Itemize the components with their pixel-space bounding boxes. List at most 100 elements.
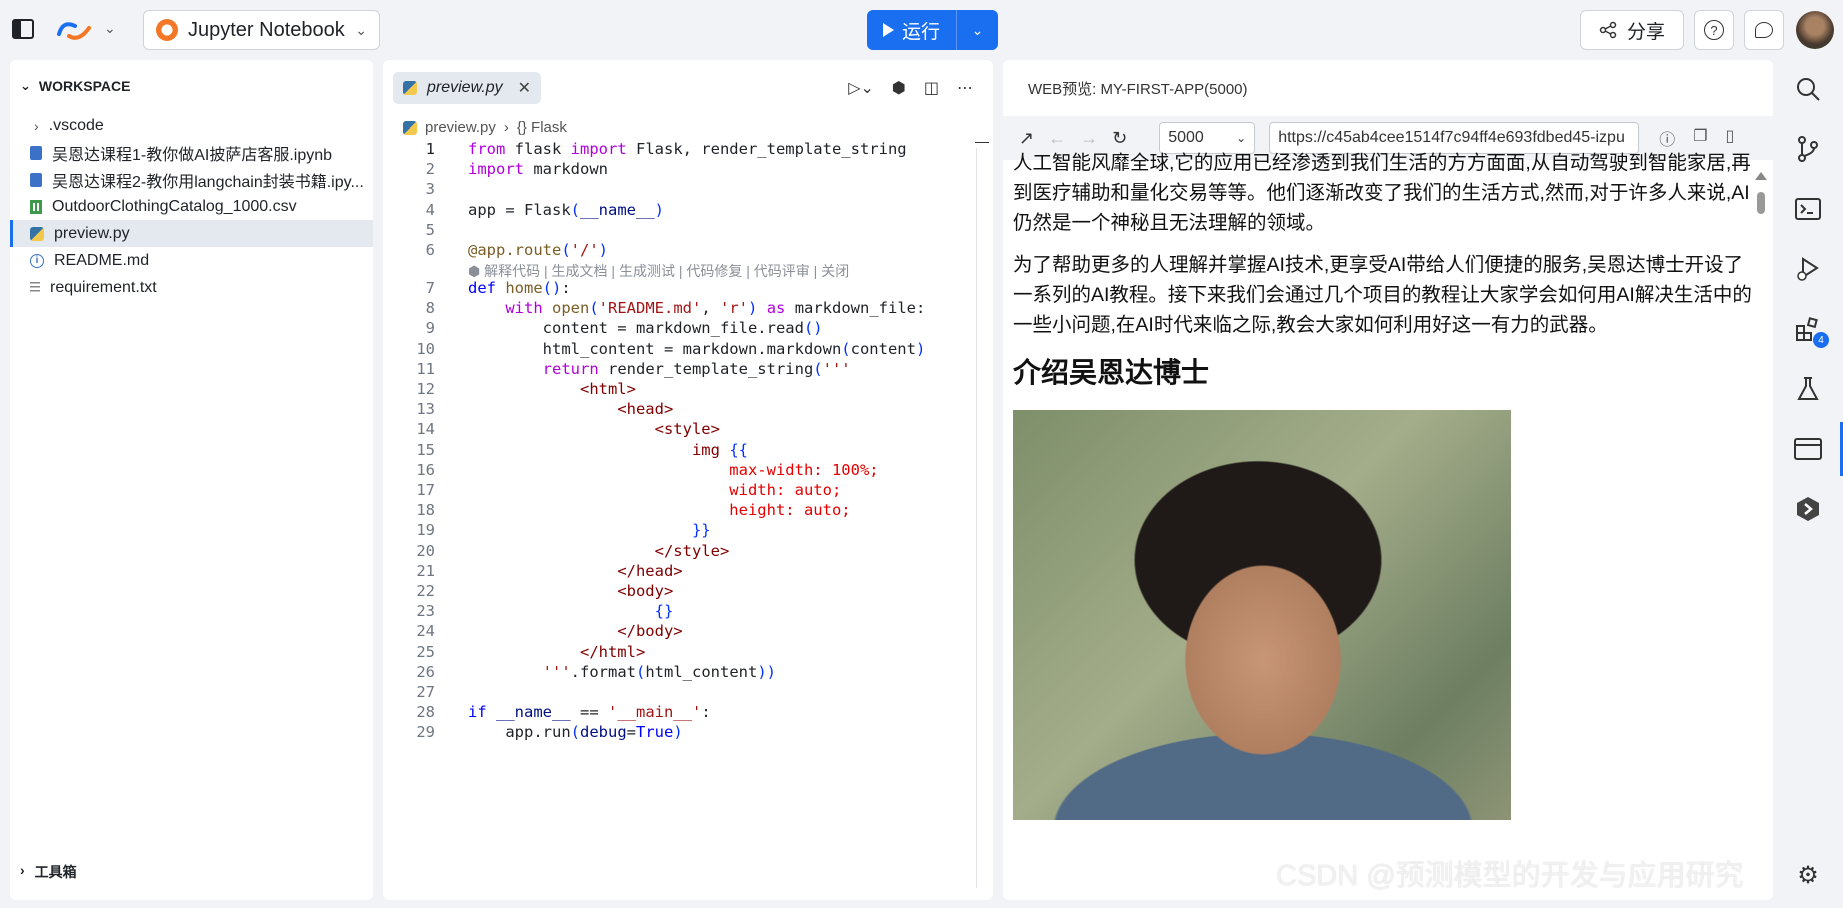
line-number: 9 [425, 319, 435, 338]
tree-item-label: .vscode [48, 116, 104, 134]
open-external-icon[interactable]: ↗ [1019, 128, 1034, 149]
top-bar: ⌄ Jupyter Notebook ⌄ 运行 ⌄ 分享 ? [0, 0, 1843, 60]
info-icon: i [30, 253, 44, 268]
tree-item-requirement[interactable]: requirement.txt [10, 274, 373, 301]
line-number: 5 [425, 220, 435, 239]
line-number: 29 [416, 723, 435, 742]
code-line: {} [654, 602, 674, 621]
share-button[interactable]: 分享 [1580, 10, 1684, 50]
extensions-icon[interactable]: 4 [1793, 314, 1829, 348]
tab-preview-py[interactable]: preview.py ✕ [393, 72, 541, 104]
preview-title: WEB预览: MY-FIRST-APP(5000) [1028, 81, 1248, 98]
chevron-right-icon: › [20, 862, 25, 878]
toolbox-label: 工具箱 [34, 864, 77, 880]
breadcrumb-symbol[interactable]: {} Flask [517, 119, 567, 136]
code-line: <body> [617, 582, 674, 600]
python-icon [403, 120, 417, 135]
activity-bar: 4 ⚙ [1773, 60, 1843, 908]
share-icon [1599, 21, 1617, 39]
line-number: 6 [425, 241, 435, 259]
forward-icon[interactable]: → [1080, 128, 1098, 149]
tree-item-notebook-1[interactable]: 吴恩达课程1-教你做AI披萨店客服.ipynb [10, 139, 373, 166]
run-options-dropdown[interactable]: ⌄ [957, 22, 998, 39]
code-line: <html> [579, 380, 636, 398]
tree-item-vscode[interactable]: › .vscode [10, 112, 373, 139]
workspace-label: WORKSPACE [38, 78, 131, 94]
tree-item-preview-py[interactable]: preview.py [10, 220, 373, 247]
scroll-thumb[interactable] [1757, 192, 1765, 214]
run-debug-icon[interactable] [1793, 254, 1823, 284]
line-number: 19 [416, 521, 435, 540]
line-number: 23 [416, 602, 435, 621]
line-number: 22 [416, 582, 435, 600]
code-line: </body> [617, 622, 683, 641]
line-number: 10 [416, 339, 435, 358]
line-number: 3 [425, 180, 435, 199]
toolbox-section[interactable]: › 工具箱 [20, 862, 77, 882]
inspect-icon[interactable]: ❐ [1693, 126, 1707, 150]
code-line: <head> [617, 400, 674, 419]
help-button[interactable]: ? [1694, 10, 1734, 50]
line-number: 17 [416, 481, 435, 499]
minimap[interactable] [975, 142, 989, 143]
breadcrumb-file[interactable]: preview.py [425, 119, 496, 136]
line-number: 7 [425, 279, 435, 297]
editor-scrollbar[interactable] [976, 148, 977, 888]
testing-icon[interactable] [1793, 374, 1823, 404]
ai-assistant-icon[interactable] [1793, 494, 1823, 524]
line-number: 4 [425, 200, 435, 219]
play-icon [882, 23, 894, 37]
tree-item-csv[interactable]: OutdoorClothingCatalog_1000.csv [10, 193, 373, 220]
mobile-view-icon[interactable]: ▯ [1726, 126, 1735, 150]
code-lens-actions[interactable]: ⬢ 解释代码 | 生成文档 | 生成测试 | 代码修复 | 代码评审 | 关闭 [468, 261, 849, 281]
ai-assistant-icon[interactable]: ⬢ [892, 78, 906, 98]
code-line: '''.format(html_content)) [542, 662, 776, 681]
web-preview-icon[interactable] [1793, 422, 1843, 476]
back-icon[interactable]: ← [1048, 128, 1066, 149]
line-number: 12 [416, 380, 435, 398]
share-label: 分享 [1626, 21, 1665, 43]
preview-scrollbar[interactable] [1755, 160, 1767, 900]
line-number: 21 [416, 561, 435, 580]
code-line: app.run(debug=True) [468, 723, 683, 742]
avatar[interactable] [1796, 11, 1834, 49]
settings-gear-icon[interactable]: ⚙ [1793, 860, 1823, 890]
chat-button[interactable] [1744, 10, 1784, 50]
run-file-icon[interactable]: ▷⌄ [848, 78, 874, 98]
notebook-icon [30, 145, 42, 160]
line-number: 25 [416, 642, 435, 661]
kernel-selector[interactable]: Jupyter Notebook ⌄ [143, 10, 380, 50]
search-icon[interactable] [1793, 74, 1823, 104]
close-icon[interactable]: ✕ [518, 78, 531, 98]
run-button[interactable]: 运行 [867, 10, 957, 50]
terminal-icon[interactable] [1793, 194, 1823, 224]
code-line: </html> [579, 642, 646, 661]
split-editor-icon[interactable]: ◫ [924, 78, 939, 98]
source-control-icon[interactable] [1793, 134, 1823, 164]
app-menu-chevron-icon[interactable]: ⌄ [104, 20, 116, 37]
run-label: 运行 [901, 21, 940, 43]
line-number: 2 [425, 160, 435, 179]
code-line: height: auto; [729, 501, 851, 520]
chevron-down-icon: ⌄ [1236, 131, 1247, 145]
scroll-up-icon[interactable] [1755, 172, 1767, 180]
workspace-header[interactable]: ⌄ WORKSPACE [20, 78, 130, 94]
tree-item-notebook-2[interactable]: 吴恩达课程2-教你用langchain封装书籍.ipy... [10, 166, 373, 193]
file-explorer: ⌄ WORKSPACE › .vscode 吴恩达课程1-教你做AI披萨店客服.… [10, 60, 373, 900]
help-icon[interactable]: ⓘ [1659, 126, 1675, 150]
tree-item-label: preview.py [54, 224, 130, 242]
help-icon: ? [1704, 20, 1724, 40]
more-actions-icon[interactable]: ⋯ [957, 78, 973, 98]
line-number: 15 [416, 440, 435, 459]
jupyter-icon [156, 19, 178, 41]
tree-item-label: 吴恩达课程1-教你做AI披萨店客服.ipynb [52, 146, 333, 164]
code-line: max-width: 100%; [729, 460, 879, 479]
line-number: 24 [416, 622, 435, 641]
tree-item-readme[interactable]: i README.md [10, 247, 373, 274]
sidebar-toggle-icon[interactable] [12, 19, 34, 39]
port-value: 5000 [1168, 129, 1204, 146]
app-logo-icon[interactable] [55, 18, 95, 42]
refresh-icon[interactable]: ↻ [1112, 128, 1127, 149]
extensions-badge: 4 [1813, 332, 1829, 348]
line-number: 27 [416, 683, 435, 701]
